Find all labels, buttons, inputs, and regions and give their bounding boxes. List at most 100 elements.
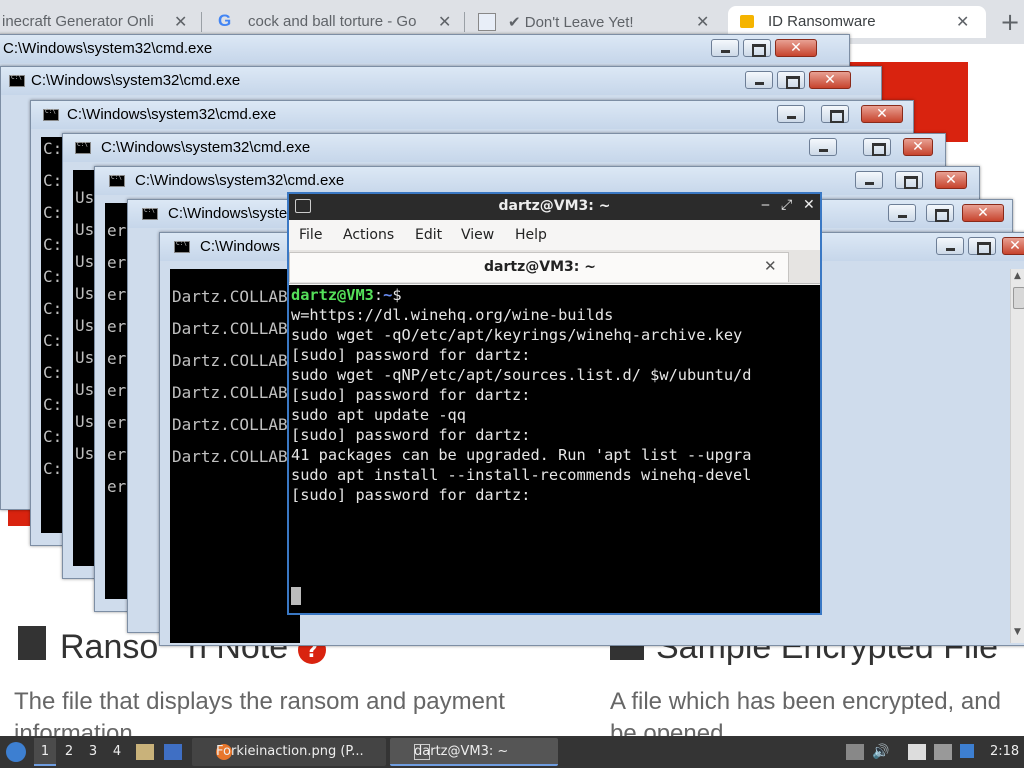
window-title: C:\Windows\system32\cmd.exe <box>101 139 311 156</box>
console-line: Us <box>75 188 95 207</box>
maximize-button[interactable] <box>863 138 891 156</box>
close-button[interactable]: ✕ <box>861 105 903 123</box>
window-titlebar[interactable]: C:\Windows\system32\cmd.exe ✕ <box>95 167 979 195</box>
terminal-tabbar: dartz@VM3: ~ ✕ <box>289 250 820 284</box>
cmd-console[interactable]: Dartz.COLLABNET Dartz.COLLABNET Dartz.CO… <box>170 269 300 643</box>
menu-actions[interactable]: Actions <box>343 227 394 243</box>
terminal-line: [sudo] password for dartz: <box>291 426 531 444</box>
scroll-thumb[interactable] <box>1013 287 1024 309</box>
prompt-sep: : <box>373 286 384 304</box>
start-menu-icon[interactable] <box>6 742 26 762</box>
window-title: C:\Windows\syste <box>168 205 288 222</box>
maximize-button[interactable]: ⤢ <box>781 197 792 213</box>
menu-edit[interactable]: Edit <box>415 227 442 243</box>
upload-tray-icon[interactable] <box>846 744 864 760</box>
console-line: Us <box>75 412 95 431</box>
tab-title: cock and ball torture - Go <box>248 13 417 30</box>
window-titlebar[interactable]: C:\Windows\system32\cmd.exe ✕ <box>1 67 881 95</box>
page-icon <box>478 13 496 31</box>
minimize-button[interactable] <box>745 71 773 89</box>
terminal-line: sudo apt install --install-recommends wi… <box>291 466 752 484</box>
close-button[interactable]: ✕ <box>935 171 967 189</box>
new-tab-button[interactable]: + <box>1000 8 1020 36</box>
lock-icon <box>740 15 754 28</box>
close-button[interactable]: ✕ <box>809 71 851 89</box>
workspace-1[interactable]: 1 <box>34 738 56 766</box>
scroll-up-icon[interactable]: ▲ <box>1014 271 1021 281</box>
console-line: C: <box>43 139 63 158</box>
window-titlebar[interactable]: C:\Windows\system32\cmd.exe ✕ <box>63 134 945 162</box>
file-manager-icon[interactable] <box>136 744 154 760</box>
console-line: C: <box>43 299 63 318</box>
menu-help[interactable]: Help <box>515 227 547 243</box>
volume-icon[interactable]: 🔊 <box>872 744 890 760</box>
maximize-button[interactable] <box>777 71 805 89</box>
terminal-titlebar[interactable]: dartz@VM3: ~ ‒ ⤢ ✕ <box>289 194 820 220</box>
terminal-line: w=https://dl.winehq.org/wine-builds <box>291 306 614 324</box>
console-line: Us <box>75 348 95 367</box>
terminal-screen[interactable]: dartz@VM3:~$ w=https://dl.winehq.org/win… <box>289 285 820 613</box>
network-icon[interactable] <box>934 744 952 760</box>
minimize-button[interactable] <box>936 237 964 255</box>
task-forkieinaction[interactable]: Forkieinaction.png (P... <box>192 738 386 766</box>
terminal-line: sudo wget -qO/etc/apt/keyrings/winehq-ar… <box>291 326 743 344</box>
maximize-button[interactable] <box>926 204 954 222</box>
close-button[interactable]: ✕ <box>903 138 933 156</box>
minimize-button[interactable] <box>855 171 883 189</box>
show-desktop-icon[interactable] <box>164 744 182 760</box>
workspace-3[interactable]: 3 <box>82 738 104 766</box>
terminal-tab[interactable]: dartz@VM3: ~ ✕ <box>289 252 789 282</box>
prompt-user: dartz@VM3 <box>291 286 374 304</box>
clipboard-icon[interactable] <box>908 744 926 760</box>
close-button[interactable]: ✕ <box>962 204 1004 222</box>
scroll-down-icon[interactable]: ▼ <box>1014 627 1021 637</box>
window-titlebar[interactable]: C:\Windows\system32\cmd.exe ✕ <box>0 35 849 63</box>
tab-title: ✔ Don't Leave Yet! <box>508 14 634 31</box>
minimize-button[interactable] <box>777 105 805 123</box>
prompt-path: ~ <box>383 286 393 304</box>
tab-separator <box>464 12 465 32</box>
close-button[interactable]: ✕ <box>803 197 815 213</box>
minimize-button[interactable] <box>711 39 739 57</box>
task-label: dartz@VM3: ~ <box>414 744 509 759</box>
window-titlebar[interactable]: C:\Windows\system32\cmd.exe ✕ <box>31 101 913 129</box>
console-line: Us <box>75 444 95 463</box>
console-line: Dartz.COLLABNET <box>172 415 300 434</box>
workspace-4[interactable]: 4 <box>106 738 128 766</box>
document-icon <box>18 626 46 660</box>
close-icon[interactable]: ✕ <box>174 12 187 32</box>
task-terminal[interactable]: dartz@VM3: ~ <box>390 738 558 766</box>
maximize-button[interactable] <box>743 39 771 57</box>
workspace-2[interactable]: 2 <box>58 738 80 766</box>
prompt-end: $ <box>392 286 402 304</box>
minimize-button[interactable] <box>809 138 837 156</box>
close-icon[interactable]: ✕ <box>696 12 709 32</box>
cmd-icon <box>174 240 190 253</box>
menu-file[interactable]: File <box>299 227 322 243</box>
window-title: C:\Windows\system32\cmd.exe <box>3 40 213 57</box>
maximize-button[interactable] <box>968 237 996 255</box>
terminal-window[interactable]: dartz@VM3: ~ ‒ ⤢ ✕ File Actions Edit Vie… <box>287 192 822 615</box>
close-icon[interactable]: ✕ <box>956 12 969 32</box>
scrollbar[interactable]: ▲ ▼ <box>1010 269 1024 643</box>
maximize-button[interactable] <box>821 105 849 123</box>
clock[interactable]: 2:18 <box>990 744 1019 759</box>
console-line: Dartz.COLLABNET <box>172 351 300 370</box>
notification-icon[interactable] <box>960 744 974 758</box>
menu-view[interactable]: View <box>461 227 494 243</box>
maximize-button[interactable] <box>895 171 923 189</box>
minimize-button[interactable]: ‒ <box>761 197 770 213</box>
console-line: C: <box>43 331 63 350</box>
close-icon[interactable]: ✕ <box>764 257 777 275</box>
tab-separator <box>201 12 202 32</box>
window-title: C:\Windows\system32\cmd.exe <box>135 172 345 189</box>
minimize-button[interactable] <box>888 204 916 222</box>
task-label: Forkieinaction.png (P... <box>216 744 364 759</box>
google-icon: G <box>218 11 232 30</box>
terminal-line: [sudo] password for dartz: <box>291 386 531 404</box>
console-line: Dartz.COLLABNET <box>172 287 300 306</box>
close-icon[interactable]: ✕ <box>438 12 451 32</box>
close-button[interactable]: ✕ <box>775 39 817 57</box>
console-line: C: <box>43 459 63 478</box>
close-button[interactable]: ✕ <box>1002 237 1024 255</box>
